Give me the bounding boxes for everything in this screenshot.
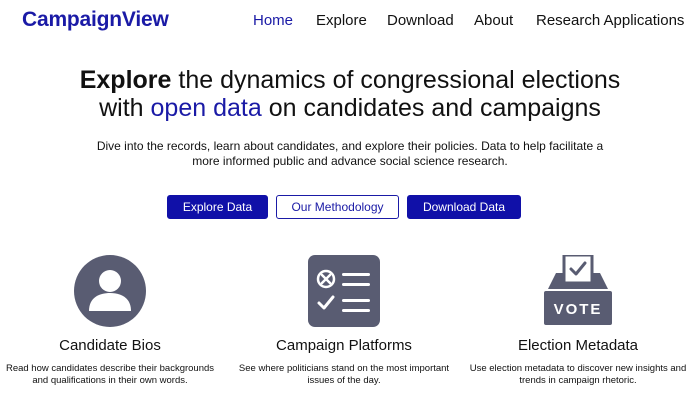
top-nav: Home Explore Download About Research App…: [0, 12, 700, 30]
hero-subtitle: Dive into the records, learn about candi…: [96, 139, 604, 168]
nav-research-applications-link[interactable]: Research Applications: [536, 12, 684, 29]
hero-title-line-2: with open data on candidates and campaig…: [0, 94, 700, 122]
person-avatar-icon: [74, 255, 146, 327]
feature-campaign-platforms: Campaign Platforms See where politicians…: [234, 255, 454, 394]
hero-title-line2-post: on candidates and campaigns: [261, 94, 601, 122]
feature-description: Read how candidates describe their backg…: [5, 363, 215, 386]
hero-title-rest: the dynamics of congressional elections: [171, 66, 621, 94]
download-data-button[interactable]: Download Data: [407, 195, 521, 219]
feature-candidate-bios: Candidate Bios Read how candidates descr…: [0, 255, 220, 394]
nav-download-link[interactable]: Download: [387, 12, 454, 29]
explore-data-button[interactable]: Explore Data: [167, 195, 268, 219]
checklist-icon: [308, 255, 380, 327]
nav-explore-link[interactable]: Explore: [316, 12, 367, 29]
feature-title: Candidate Bios: [59, 337, 161, 354]
feature-title: Campaign Platforms: [276, 337, 412, 354]
nav-about-link[interactable]: About: [474, 12, 513, 29]
hero-title-line2-pre: with: [99, 94, 151, 122]
our-methodology-button[interactable]: Our Methodology: [276, 195, 399, 219]
hero-title-line-1: Explore the dynamics of congressional el…: [0, 66, 700, 94]
hero-title: Explore the dynamics of congressional el…: [0, 66, 700, 122]
hero-title-accent: open data: [150, 94, 262, 122]
nav-home-link[interactable]: Home: [253, 12, 293, 29]
feature-election-metadata: VOTE Election Metadata Use election meta…: [468, 255, 688, 394]
feature-description: See where politicians stand on the most …: [238, 363, 450, 386]
hero-title-bold: Explore: [79, 66, 172, 94]
feature-title: Election Metadata: [517, 337, 639, 354]
feature-description: Use election metadata to discover new in…: [469, 363, 687, 386]
vote-label: VOTE: [554, 301, 603, 318]
ballot-box-icon: VOTE: [544, 255, 612, 325]
